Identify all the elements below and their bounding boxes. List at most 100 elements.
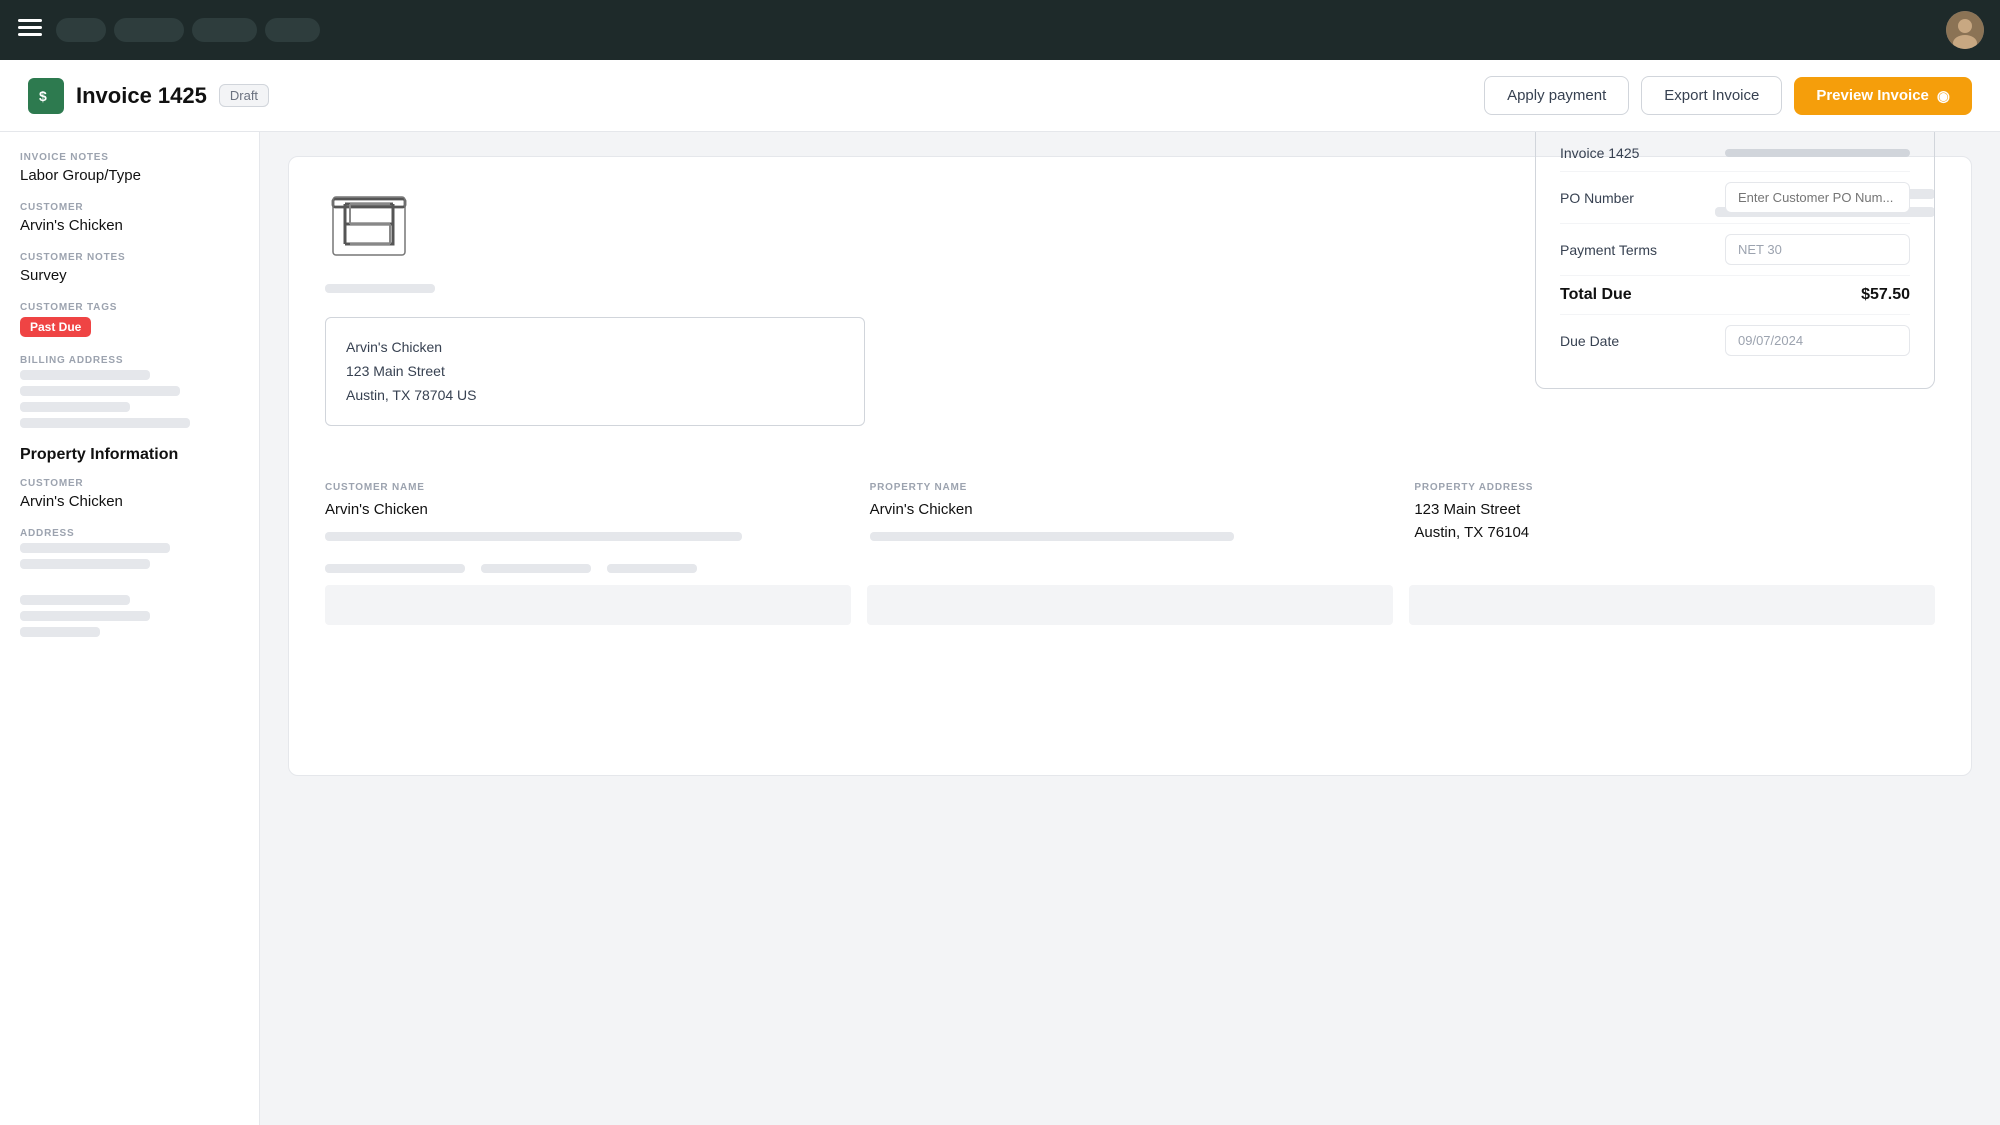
- property-info-section: Property Information CUSTOMER Arvin's Ch…: [20, 446, 239, 510]
- past-due-tag: Past Due: [20, 317, 91, 337]
- billing-address-box: Arvin's Chicken 123 Main Street Austin, …: [325, 317, 865, 426]
- avatar[interactable]: [1946, 11, 1984, 49]
- addr-ph-4: [20, 611, 150, 621]
- table-ph-row: [325, 585, 1935, 625]
- customer-notes-label: CUSTOMER NOTES: [20, 252, 239, 263]
- table-ph-3: [1409, 585, 1935, 625]
- footer-property-address-col: PROPERTY ADDRESS 123 Main Street Austin,…: [1414, 482, 1935, 544]
- sidebar: INVOICE NOTES Labor Group/Type CUSTOMER …: [0, 132, 260, 1125]
- addr-ph-1: [20, 543, 170, 553]
- bp-1: [325, 564, 465, 573]
- customer-tags-section: CUSTOMER TAGS Past Due: [20, 302, 239, 337]
- export-invoice-button[interactable]: Export Invoice: [1641, 76, 1782, 115]
- table-ph-1: [325, 585, 851, 625]
- nav-logo-icon: [16, 13, 44, 47]
- due-date-input[interactable]: [1725, 325, 1910, 356]
- address-section: ADDRESS: [20, 528, 239, 637]
- invoice-notes-section: INVOICE NOTES Labor Group/Type: [20, 152, 239, 184]
- bottom-placeholders: [325, 564, 1935, 625]
- preview-invoice-button[interactable]: Preview Invoice ◉: [1794, 77, 1972, 115]
- page-header: $ Invoice 1425 Draft Apply payment Expor…: [0, 60, 2000, 132]
- billing-ph-2: [20, 386, 180, 396]
- table-ph-2: [867, 585, 1393, 625]
- main-layout: INVOICE NOTES Labor Group/Type CUSTOMER …: [0, 132, 2000, 1125]
- footer-property-name-col: PROPERTY NAME Arvin's Chicken: [870, 482, 1391, 544]
- invoice-dollar-icon: $: [28, 78, 64, 114]
- svg-text:$: $: [39, 88, 47, 104]
- billing-ph-3: [20, 402, 130, 412]
- customer-section: CUSTOMER Arvin's Chicken: [20, 202, 239, 234]
- invoice-notes-value: Labor Group/Type: [20, 167, 239, 184]
- panel-invoice-num-row: Invoice 1425: [1560, 134, 1910, 171]
- po-number-label: PO Number: [1560, 190, 1634, 206]
- address-label: ADDRESS: [20, 528, 239, 539]
- invoice-left-col: Arvin's Chicken 123 Main Street Austin, …: [325, 317, 1511, 450]
- billing-ph-1: [20, 370, 150, 380]
- invoice-details-panel: Invoice 1425 Invoice 1425 PO Number: [1535, 132, 1935, 389]
- due-date-label: Due Date: [1560, 333, 1619, 349]
- company-logo: [325, 189, 415, 264]
- footer-customer-name-value: Arvin's Chicken: [325, 499, 846, 522]
- footer-property-address-line1: 123 Main Street: [1414, 499, 1935, 522]
- payment-terms-input[interactable]: [1725, 234, 1910, 265]
- panel-payment-terms-row: Payment Terms: [1560, 223, 1910, 275]
- billing-address-section: BILLING ADDRESS: [20, 355, 239, 428]
- addr-ph-3: [20, 595, 130, 605]
- invoice-card: Arvin's Chicken 123 Main Street Austin, …: [288, 156, 1972, 776]
- invoice-num-bar: [1725, 149, 1910, 157]
- prop-customer-value: Arvin's Chicken: [20, 493, 239, 510]
- panel-total-due-row: Total Due $57.50: [1560, 275, 1910, 314]
- invoice-notes-label: INVOICE NOTES: [20, 152, 239, 163]
- content-area: Arvin's Chicken 123 Main Street Austin, …: [260, 132, 2000, 1125]
- billing-ph-4: [20, 418, 190, 428]
- footer-property-address-line2: Austin, TX 76104: [1414, 522, 1935, 545]
- top-nav: [0, 0, 2000, 60]
- customer-tags-label: CUSTOMER TAGS: [20, 302, 239, 313]
- property-info-title: Property Information: [20, 446, 239, 464]
- nav-left: [16, 13, 320, 47]
- billing-street: 123 Main Street: [346, 360, 844, 384]
- nav-pill-3[interactable]: [192, 18, 257, 42]
- footer-customer-name-label: CUSTOMER NAME: [325, 482, 846, 493]
- footer-property-name-label: PROPERTY NAME: [870, 482, 1391, 493]
- payment-terms-label: Payment Terms: [1560, 242, 1657, 258]
- invoice-body: Arvin's Chicken 123 Main Street Austin, …: [325, 317, 1935, 450]
- total-due-label: Total Due: [1560, 286, 1632, 304]
- addr-ph-2: [20, 559, 150, 569]
- customer-notes-value: Survey: [20, 267, 239, 284]
- invoice-footer-row: CUSTOMER NAME Arvin's Chicken PROPERTY N…: [325, 482, 1935, 544]
- billing-name: Arvin's Chicken: [346, 336, 844, 360]
- page-title: Invoice 1425: [76, 83, 207, 109]
- po-number-input[interactable]: [1725, 182, 1910, 213]
- customer-notes-section: CUSTOMER NOTES Survey: [20, 252, 239, 284]
- invoice-number-label: Invoice 1425: [1560, 145, 1639, 161]
- footer-ph-1: [325, 532, 742, 541]
- nav-pills: [56, 18, 320, 42]
- logo-below-placeholder: [325, 284, 435, 293]
- preview-icon: ◉: [1937, 87, 1950, 105]
- header-left: $ Invoice 1425 Draft: [28, 78, 269, 114]
- prop-customer-label: CUSTOMER: [20, 478, 239, 489]
- nav-pill-1[interactable]: [56, 18, 106, 42]
- footer-customer-name-col: CUSTOMER NAME Arvin's Chicken: [325, 482, 846, 544]
- apply-payment-button[interactable]: Apply payment: [1484, 76, 1629, 115]
- customer-label: CUSTOMER: [20, 202, 239, 213]
- panel-due-date-row: Due Date: [1560, 314, 1910, 366]
- bp-3: [607, 564, 697, 573]
- footer-property-address-label: PROPERTY ADDRESS: [1414, 482, 1935, 493]
- preview-invoice-label: Preview Invoice: [1816, 87, 1929, 104]
- footer-ph-2: [870, 532, 1234, 541]
- billing-city: Austin, TX 78704 US: [346, 384, 844, 408]
- logo-area: [325, 189, 435, 293]
- panel-po-row: PO Number: [1560, 171, 1910, 223]
- total-due-value: $57.50: [1861, 286, 1910, 304]
- header-actions: Apply payment Export Invoice Preview Inv…: [1484, 76, 1972, 115]
- nav-pill-4[interactable]: [265, 18, 320, 42]
- status-badge: Draft: [219, 84, 269, 107]
- nav-pill-2[interactable]: [114, 18, 184, 42]
- customer-value: Arvin's Chicken: [20, 217, 239, 234]
- footer-property-name-value: Arvin's Chicken: [870, 499, 1391, 522]
- addr-ph-5: [20, 627, 100, 637]
- billing-address-label: BILLING ADDRESS: [20, 355, 239, 366]
- bp-2: [481, 564, 591, 573]
